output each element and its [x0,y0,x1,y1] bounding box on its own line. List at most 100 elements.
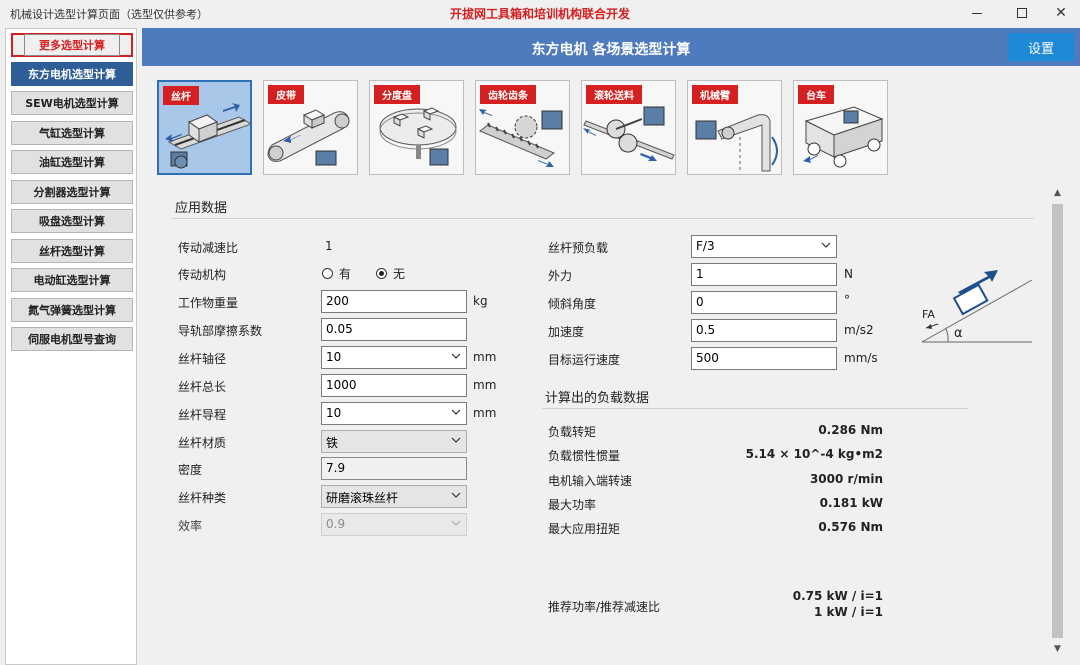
scenario-label: 分度盘 [374,85,420,104]
diagram-angle-label: α [954,326,963,341]
sidebar-item-hydraulic-cylinder[interactable]: 油缸选型计算 [11,150,133,174]
scenario-label: 台车 [798,85,834,104]
scenario-rack-pinion[interactable]: 齿轮齿条 [475,80,570,175]
screw-diameter-select[interactable]: 10 [321,346,467,369]
target-speed-unit: mm/s [844,351,878,365]
external-force-unit: N [844,267,853,281]
results-title: 计算出的负载数据 [545,391,650,406]
scenario-ball-screw[interactable]: 丝杆 [157,80,252,175]
developer-banner: 开拔网工具箱和培训机构联合开发 [449,7,630,21]
preload-label: 丝杆预负载 [548,241,609,255]
efficiency-select: 0.9 [321,513,467,536]
sidebar-item-indexer[interactable]: 分割器选型计算 [11,180,133,204]
gear-ratio-value: 1 [325,239,333,253]
sidebar-item-oriental-motor[interactable]: 东方电机选型计算 [11,62,133,86]
sidebar-item-nitrogen-spring[interactable]: 氮气弹簧选型计算 [11,298,133,322]
target-speed-input[interactable]: 500 [691,347,837,370]
transmission-no-label: 无 [393,267,406,281]
scenario-label: 皮带 [268,85,304,104]
scenario-roller-feed[interactable]: 滚轮送料 [581,80,676,175]
external-force-input[interactable]: 1 [691,263,837,286]
efficiency-value: 0.9 [326,517,346,531]
more-calculations-button[interactable]: 更多选型计算 [11,33,133,57]
screw-diameter-value: 10 [326,350,342,364]
sidebar-item-air-cylinder[interactable]: 气缸选型计算 [11,121,133,145]
minimize-button[interactable] [960,2,994,24]
screw-type-value: 研磨滚珠丝杆 [326,491,399,505]
scroll-down-button[interactable]: ▼ [1049,642,1066,656]
sidebar-item-label: 分割器选型计算 [33,186,111,199]
scenario-robot-arm[interactable]: 机械臂 [687,80,782,175]
transmission-yes-radio[interactable]: 有 [322,265,351,282]
friction-input[interactable]: 0.05 [321,318,467,341]
sidebar-item-electric-cylinder[interactable]: 电动缸选型计算 [11,268,133,292]
settings-label: 设置 [1027,41,1054,57]
settings-button[interactable]: 设置 [1008,33,1074,61]
transmission-no-radio[interactable]: 无 [376,265,405,282]
load-torque-value: 0.286 Nm [818,423,883,437]
transmission-yes-label: 有 [339,267,352,281]
sidebar-item-label: 吸盘选型计算 [39,215,105,228]
preload-select[interactable]: F/3 [691,235,837,258]
sidebar-item-label: 氮气弹簧选型计算 [28,304,116,317]
screw-type-select[interactable]: 研磨滚珠丝杆 [321,485,467,508]
screw-material-select[interactable]: 铁 [321,430,467,453]
scenario-label: 齿轮齿条 [480,85,536,104]
maximize-button[interactable] [1005,2,1039,24]
gear-ratio-label: 传动减速比 [178,241,239,255]
workpiece-weight-label: 工作物重量 [178,296,239,310]
chevron-down-icon [451,492,461,498]
radio-circle-selected [376,268,387,279]
preload-value: F/3 [696,239,715,253]
screw-length-label: 丝杆总长 [178,380,227,394]
acceleration-label: 加速度 [548,325,585,339]
screw-diameter-unit: mm [473,350,497,364]
load-inertia-label: 负载惯性惯量 [548,449,621,463]
recommend-value-2: 1 kW / i=1 [814,605,883,619]
max-power-value: 0.181 kW [819,496,883,510]
max-power-label: 最大功率 [548,498,597,512]
friction-label: 导轨部摩擦系数 [178,324,263,338]
scenario-index-table[interactable]: 分度盘 [369,80,464,175]
scroll-thumb[interactable] [1052,204,1063,638]
workpiece-weight-unit: kg [473,294,488,308]
close-button[interactable]: ✕ [1044,2,1078,24]
scenario-label: 滚轮送料 [586,85,642,104]
screw-type-label: 丝杆种类 [178,491,227,505]
scenario-label: 丝杆 [163,86,199,105]
screw-material-label: 丝杆材质 [178,436,227,450]
vertical-scrollbar[interactable]: ▲ ▼ [1049,186,1066,656]
scenario-cart[interactable]: 台车 [793,80,888,175]
recommend-value-1: 0.75 kW / i=1 [792,589,883,603]
screw-material-value: 铁 [326,436,339,450]
chevron-down-icon [451,353,461,359]
acceleration-input[interactable]: 0.5 [691,319,837,342]
section-divider [172,218,1034,219]
incline-angle-unit: ° [844,293,850,307]
sidebar-item-servo-lookup[interactable]: 伺服电机型号查询 [11,327,133,351]
page-header: 东方电机 各场景选型计算 设置 [142,28,1080,66]
chevron-down-icon: ▼ [1054,644,1061,654]
sidebar: 更多选型计算 东方电机选型计算 SEW电机选型计算 气缸选型计算 油缸选型计算 … [5,28,137,665]
sidebar-item-label: 东方电机选型计算 [28,68,116,81]
scenario-belt[interactable]: 皮带 [263,80,358,175]
sidebar-item-label: 气缸选型计算 [39,127,105,140]
screw-lead-select[interactable]: 10 [321,402,467,425]
external-force-label: 外力 [548,269,573,283]
sidebar-item-label: 油缸选型计算 [39,156,105,169]
chevron-down-icon [451,409,461,415]
sidebar-item-ball-screw[interactable]: 丝杆选型计算 [11,239,133,263]
close-icon: ✕ [1055,5,1067,21]
recommend-label: 推荐功率/推荐减速比 [548,600,661,614]
scroll-up-button[interactable]: ▲ [1049,186,1066,200]
sidebar-item-sew-motor[interactable]: SEW电机选型计算 [11,91,133,115]
transmission-label: 传动机构 [178,268,227,282]
incline-angle-input[interactable]: 0 [691,291,837,314]
sidebar-item-suction-cup[interactable]: 吸盘选型计算 [11,209,133,233]
incline-angle-label: 倾斜角度 [548,297,597,311]
workpiece-weight-input[interactable]: 200 [321,290,467,313]
screw-lead-label: 丝杆导程 [178,408,227,422]
incline-diagram [921,270,1033,343]
more-calculations-label: 更多选型计算 [24,34,120,56]
screw-length-input[interactable]: 1000 [321,374,467,397]
